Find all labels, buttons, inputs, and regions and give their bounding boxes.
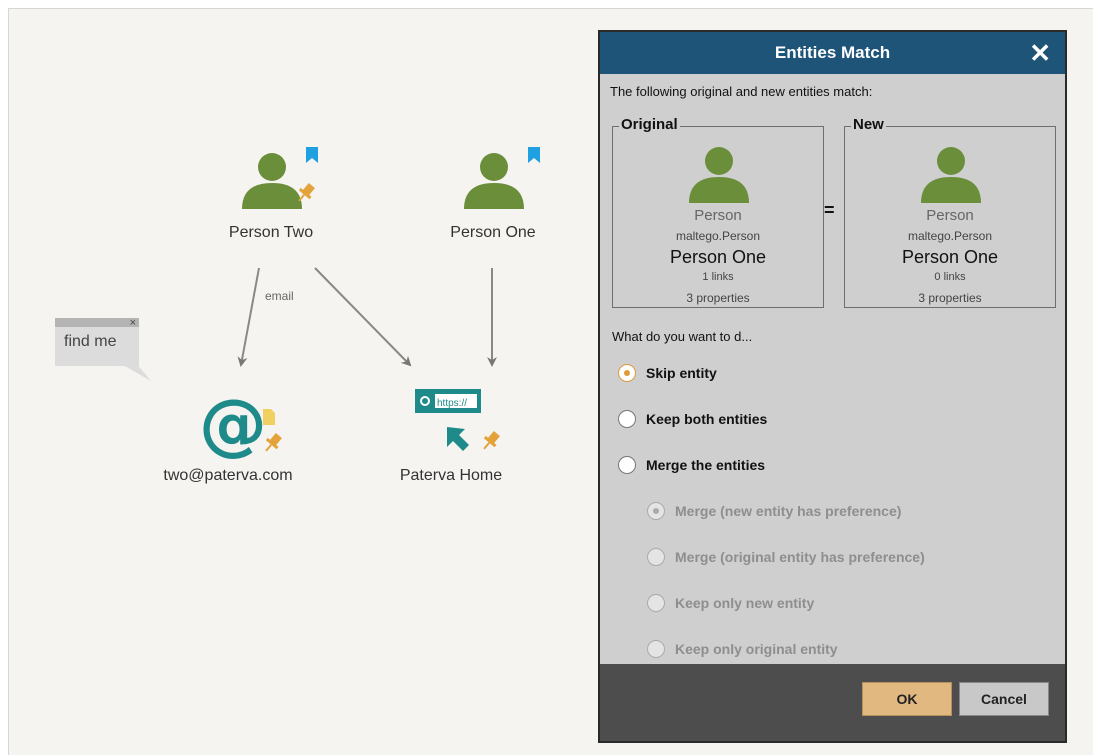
radio-merge[interactable]	[618, 456, 636, 474]
option-label: Merge (new entity has preference)	[675, 503, 902, 519]
original-legend: Original	[619, 116, 680, 133]
node-label-person-one: Person One	[450, 224, 536, 241]
original-entity-box: Original Person maltego.Person Person On…	[612, 116, 824, 308]
original-entity-type: Person	[694, 207, 742, 224]
option-label: Merge (original entity has preference)	[675, 549, 925, 565]
ok-button[interactable]: OK	[862, 682, 952, 716]
node-label-email: two@paterva.com	[163, 467, 293, 484]
option-label: Keep only original entity	[675, 641, 838, 657]
original-entity-links: 1 links	[702, 271, 734, 283]
edge-person-two-website[interactable]	[314, 267, 412, 367]
new-entity-name: Person One	[901, 247, 999, 267]
note-close-icon[interactable]: ×	[130, 317, 136, 329]
action-question: What do you want to d...	[612, 329, 753, 344]
option-keep-new[interactable]: Keep only new entity	[647, 594, 814, 612]
svg-text:@: @	[199, 389, 267, 461]
radio-keep-original[interactable]	[647, 640, 665, 658]
dialog-intro: The following original and new entities …	[610, 84, 873, 99]
bookmark-icon	[306, 147, 318, 163]
radio-keep-both[interactable]	[618, 410, 636, 428]
radio-merge-original-preference[interactable]	[647, 548, 665, 566]
option-merge-new-preference[interactable]: Merge (new entity has preference)	[647, 502, 901, 520]
new-entity-box: New Person maltego.Person Person One 0 l…	[844, 116, 1056, 308]
close-icon[interactable]: ✕	[1029, 32, 1051, 74]
radio-keep-new[interactable]	[647, 594, 665, 612]
option-label: Keep both entities	[646, 411, 768, 427]
cancel-button[interactable]: Cancel	[959, 682, 1049, 716]
person-icon	[921, 147, 981, 203]
sticky-note[interactable]: × find me	[55, 317, 139, 366]
original-entity-properties: 3 properties	[686, 291, 750, 305]
new-legend: New	[851, 116, 886, 133]
option-skip-entity[interactable]: Skip entity	[618, 364, 717, 382]
original-entity-name: Person One	[669, 247, 767, 267]
option-keep-original[interactable]: Keep only original entity	[647, 640, 838, 658]
pin-icon	[483, 430, 500, 450]
note-text: find me	[64, 333, 117, 350]
radio-merge-new-preference[interactable]	[647, 502, 665, 520]
option-label: Skip entity	[646, 365, 717, 381]
email-at-icon[interactable]: @	[189, 389, 299, 461]
bookmark-icon	[528, 147, 540, 163]
edge-person-two-email[interactable]	[237, 267, 260, 367]
person-two-person-icon[interactable]	[234, 145, 334, 225]
entities-match-dialog: Entities Match ✕ The following original …	[598, 30, 1067, 743]
dialog-title: Entities Match	[774, 43, 891, 62]
new-entity-links: 0 links	[934, 271, 966, 283]
new-entity-namespace: maltego.Person	[907, 229, 993, 243]
node-label-website: Paterva Home	[399, 467, 503, 484]
option-label: Merge the entities	[646, 457, 766, 473]
note-attached-icon	[263, 409, 275, 425]
option-label: Keep only new entity	[675, 595, 815, 611]
dialog-title-bar: Entities Match ✕	[600, 32, 1065, 74]
option-keep-both[interactable]: Keep both entities	[618, 410, 767, 428]
person-icon	[689, 147, 749, 203]
node-label-person-two: Person Two	[228, 224, 314, 241]
option-merge[interactable]: Merge the entities	[618, 456, 765, 474]
original-entity-namespace: maltego.Person	[675, 229, 761, 243]
option-merge-original-preference[interactable]: Merge (original entity has preference)	[647, 548, 925, 566]
new-entity-properties: 3 properties	[918, 291, 982, 305]
edge-label-email: email	[265, 289, 294, 303]
new-entity-type: Person	[926, 207, 974, 224]
dialog-footer: OK Cancel	[600, 664, 1065, 741]
equals-sign: =	[824, 200, 835, 220]
radio-skip-entity[interactable]	[618, 364, 636, 382]
person-one-person-icon[interactable]	[456, 145, 556, 225]
url-badge: https://	[437, 398, 468, 409]
